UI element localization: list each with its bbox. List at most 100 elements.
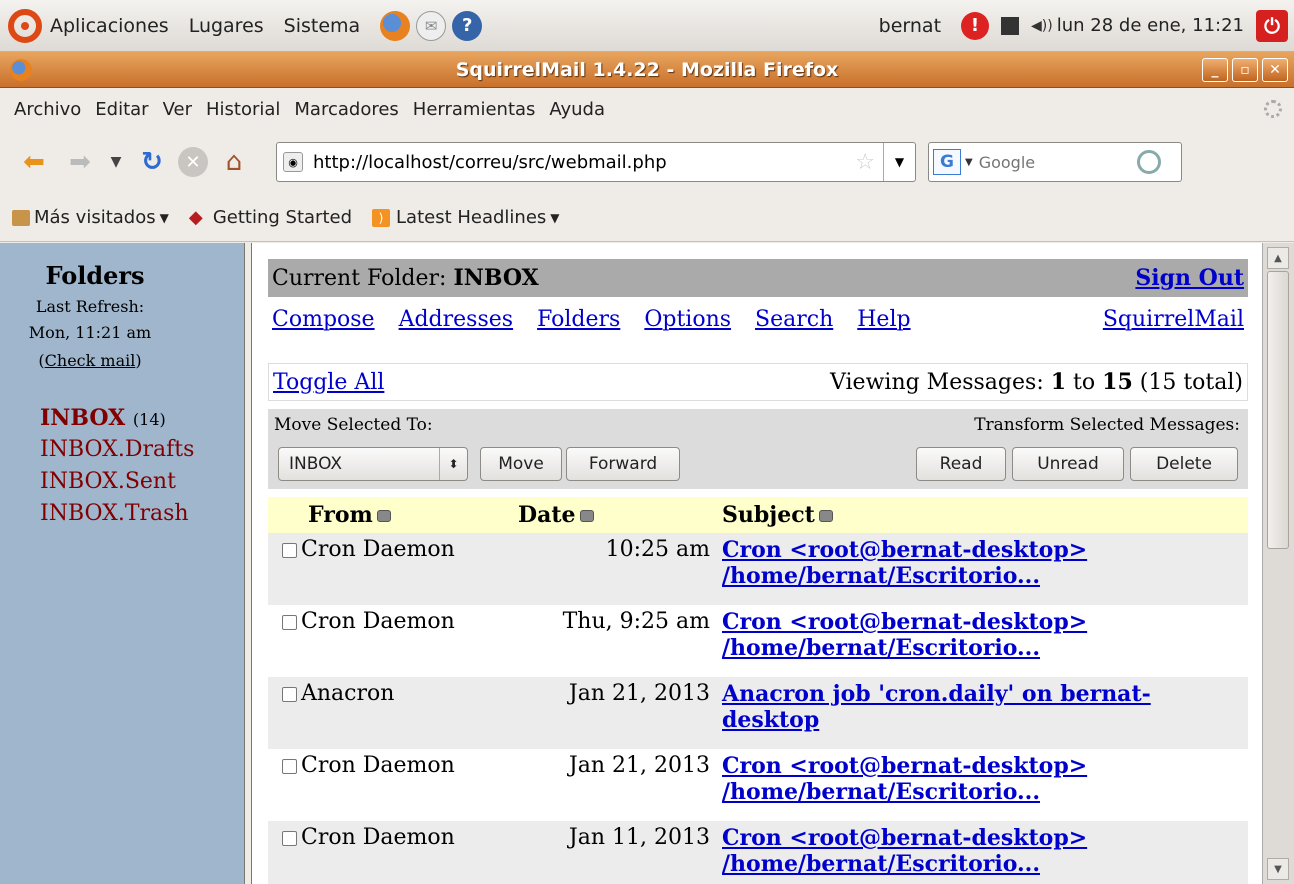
date-header[interactable]: Date <box>516 497 722 533</box>
scroll-up-icon[interactable]: ▲ <box>1267 247 1289 269</box>
url-dropdown-icon[interactable]: ▼ <box>883 143 915 181</box>
bookmark-latest-headlines[interactable]: ) Latest Headlines ▼ <box>372 207 560 228</box>
message-checkbox[interactable] <box>282 542 297 558</box>
network-icon[interactable] <box>1001 16 1020 35</box>
message-subject-link[interactable]: Cron <root@bernat-desktop>/home/bernat/E… <box>722 537 1087 589</box>
home-icon[interactable]: ⌂ <box>214 142 254 182</box>
sort-icon[interactable] <box>579 510 594 522</box>
panel-user-name[interactable]: bernat <box>879 15 941 37</box>
mail-launcher-icon[interactable]: ✉ <box>416 10 447 41</box>
message-subject-link[interactable]: Cron <root@bernat-desktop>/home/bernat/E… <box>722 753 1087 805</box>
read-button[interactable]: Read <box>916 447 1006 481</box>
compose-link[interactable]: Compose <box>272 307 375 332</box>
panel-menu-lugares[interactable]: Lugares <box>189 15 264 37</box>
history-dropdown-icon[interactable]: ▼ <box>106 142 126 182</box>
scrollbar-thumb[interactable] <box>1267 271 1289 549</box>
menu-editar[interactable]: Editar <box>95 99 148 120</box>
back-icon[interactable]: ⬅ <box>14 142 54 182</box>
maximize-button[interactable]: ▫ <box>1232 58 1258 82</box>
update-notifier-icon[interactable]: ! <box>961 11 990 40</box>
check-mail-link[interactable]: Check mail <box>45 351 136 370</box>
subject-line-1[interactable]: Cron <root@bernat-desktop> <box>722 609 1087 635</box>
forward-button[interactable]: Forward <box>566 447 680 481</box>
engine-dropdown-icon[interactable]: ▼ <box>965 157 973 168</box>
google-engine-icon[interactable]: G <box>933 149 961 175</box>
search-link[interactable]: Search <box>755 307 833 332</box>
message-row[interactable]: Cron Daemon Jan 21, 2013 Cron <root@bern… <box>268 749 1248 821</box>
folder-inbox-label[interactable]: INBOX <box>40 405 125 431</box>
menu-ayuda[interactable]: Ayuda <box>549 99 605 120</box>
site-identity-icon[interactable]: ◉ <box>283 152 303 172</box>
subject-line-1[interactable]: Cron <root@bernat-desktop> <box>722 537 1087 563</box>
folder-trash[interactable]: INBOX.Trash <box>40 501 189 526</box>
search-input[interactable] <box>978 152 1129 172</box>
sign-out-link[interactable]: Sign Out <box>1135 265 1244 291</box>
vertical-scrollbar[interactable]: ▲ ▼ <box>1262 243 1294 884</box>
message-subject-link[interactable]: Cron <root@bernat-desktop>/home/bernat/E… <box>722 609 1087 661</box>
toggle-all-link[interactable]: Toggle All <box>273 370 384 395</box>
power-icon[interactable]: ⏻ <box>1256 9 1288 42</box>
message-row[interactable]: Cron Daemon Jan 11, 2013 Cron <root@bern… <box>268 821 1248 884</box>
bookmark-mas-visitados[interactable]: Más visitados ▼ <box>12 207 169 228</box>
menu-herramientas[interactable]: Herramientas <box>413 99 536 120</box>
url-text[interactable]: http://localhost/correu/src/webmail.php <box>313 152 855 173</box>
firefox-window-icon[interactable] <box>10 59 32 81</box>
message-subject-link[interactable]: Anacron job 'cron.daily' on bernat-deskt… <box>722 681 1151 733</box>
reload-icon[interactable]: ↻ <box>132 142 172 182</box>
sort-icon[interactable] <box>376 510 391 522</box>
message-checkbox[interactable] <box>282 830 297 846</box>
window-titlebar[interactable]: SquirrelMail 1.4.22 - Mozilla Firefox _ … <box>0 52 1294 88</box>
message-row[interactable]: Cron Daemon 10:25 am Cron <root@bernat-d… <box>268 533 1248 605</box>
message-checkbox[interactable] <box>282 758 297 774</box>
move-button[interactable]: Move <box>480 447 562 481</box>
message-row[interactable]: Cron Daemon Thu, 9:25 am Cron <root@bern… <box>268 605 1248 677</box>
panel-menu-aplicaciones[interactable]: Aplicaciones <box>50 15 169 37</box>
stop-icon[interactable]: ✕ <box>178 147 208 177</box>
move-folder-select[interactable]: INBOX ⬍ <box>278 447 468 481</box>
help-link[interactable]: Help <box>857 307 910 332</box>
subject-line-1[interactable]: Cron <root@bernat-desktop> <box>722 753 1087 779</box>
close-window-button[interactable]: ✕ <box>1262 58 1288 82</box>
menu-archivo[interactable]: Archivo <box>14 99 81 120</box>
from-header[interactable]: From <box>268 497 516 533</box>
message-subject-link[interactable]: Cron <root@bernat-desktop>/home/bernat/E… <box>722 825 1087 877</box>
menu-marcadores[interactable]: Marcadores <box>294 99 398 120</box>
message-row[interactable]: Anacron Jan 21, 2013 Anacron job 'cron.d… <box>268 677 1248 749</box>
menu-ver[interactable]: Ver <box>163 99 192 120</box>
volume-icon[interactable]: ◀)) <box>1031 18 1053 34</box>
panel-menu-sistema[interactable]: Sistema <box>284 15 361 37</box>
frame-divider[interactable] <box>244 243 252 884</box>
scroll-down-icon[interactable]: ▼ <box>1267 858 1289 880</box>
subject-line-2[interactable]: /home/bernat/Escritorio... <box>722 635 1040 661</box>
subject-header[interactable]: Subject <box>722 497 1248 533</box>
forward-icon[interactable]: ➡ <box>60 142 100 182</box>
help-launcher-icon[interactable]: ? <box>452 10 483 41</box>
message-checkbox[interactable] <box>282 614 297 630</box>
addresses-link[interactable]: Addresses <box>399 307 513 332</box>
unread-button[interactable]: Unread <box>1012 447 1124 481</box>
squirrelmail-link[interactable]: SquirrelMail <box>1103 307 1244 332</box>
subject-line-2[interactable]: desktop <box>722 707 819 733</box>
subject-line-1[interactable]: Cron <root@bernat-desktop> <box>722 825 1087 851</box>
subject-line-2[interactable]: /home/bernat/Escritorio... <box>722 563 1040 589</box>
subject-line-1[interactable]: Anacron job 'cron.daily' on bernat- <box>722 681 1151 707</box>
menu-historial[interactable]: Historial <box>206 99 280 120</box>
subject-line-2[interactable]: /home/bernat/Escritorio... <box>722 851 1040 877</box>
bookmark-star-icon[interactable]: ☆ <box>855 150 875 175</box>
sort-icon[interactable] <box>818 510 833 522</box>
panel-clock[interactable]: lun 28 de ene, 11:21 <box>1057 15 1244 36</box>
bookmark-getting-started[interactable]: ◆ Getting Started <box>189 207 352 228</box>
message-checkbox[interactable] <box>282 686 297 702</box>
ubuntu-logo-icon[interactable] <box>8 8 42 43</box>
folder-inbox[interactable]: INBOX (14) <box>40 405 166 431</box>
delete-button[interactable]: Delete <box>1130 447 1238 481</box>
options-link[interactable]: Options <box>644 307 731 332</box>
folder-sent[interactable]: INBOX.Sent <box>40 469 176 494</box>
firefox-launcher-icon[interactable] <box>380 10 411 41</box>
folder-drafts[interactable]: INBOX.Drafts <box>40 437 194 462</box>
search-bar[interactable]: G ▼ <box>928 142 1182 182</box>
subject-line-2[interactable]: /home/bernat/Escritorio... <box>722 779 1040 805</box>
minimize-button[interactable]: _ <box>1202 58 1228 82</box>
folders-link[interactable]: Folders <box>537 307 620 332</box>
search-magnifier-icon[interactable] <box>1136 150 1161 174</box>
